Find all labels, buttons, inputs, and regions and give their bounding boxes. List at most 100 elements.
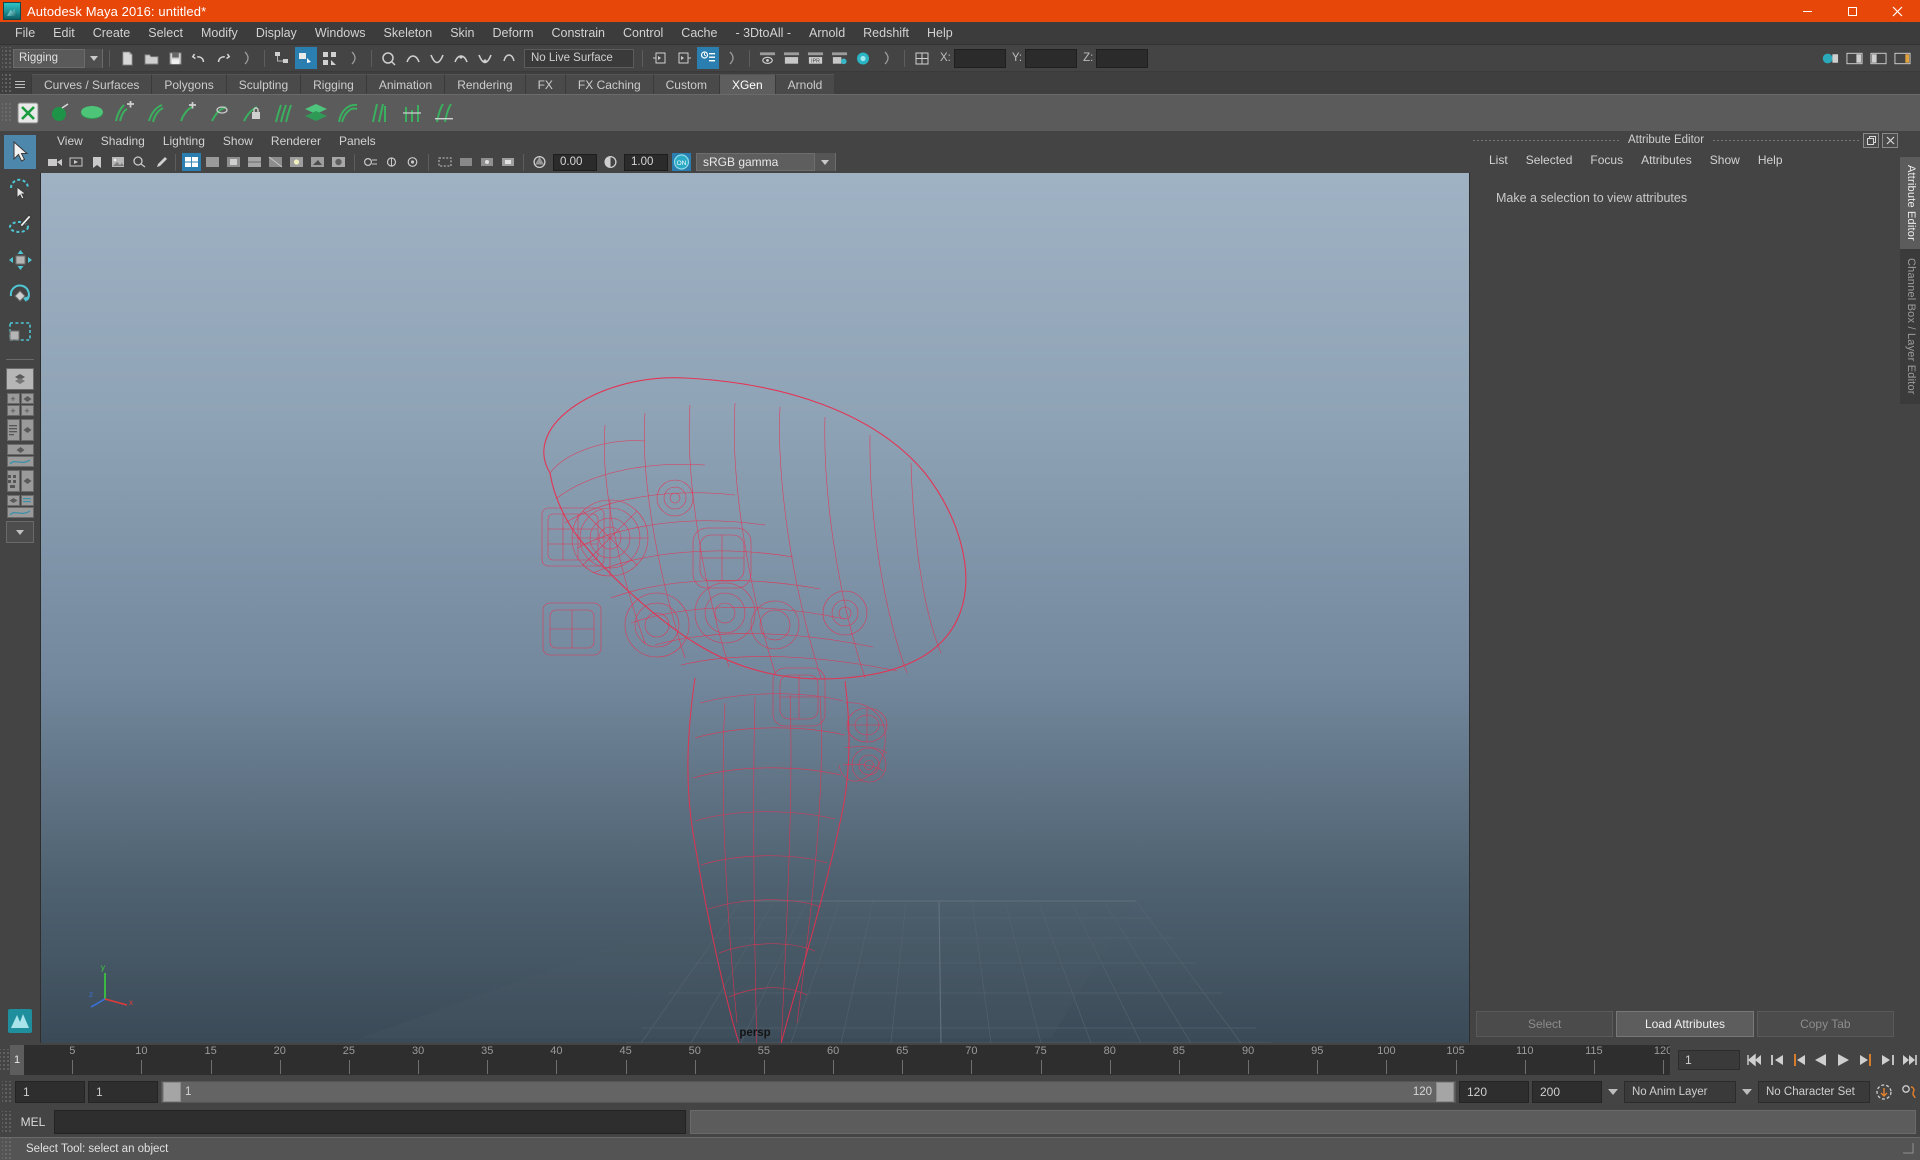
- redo-button[interactable]: [212, 47, 234, 69]
- show-hide-tool-settings-button[interactable]: [1867, 47, 1889, 69]
- shaded-wireframe-icon[interactable]: [245, 153, 264, 171]
- bookmark-icon[interactable]: [87, 153, 106, 171]
- character-set-chevron-icon[interactable]: [1742, 1089, 1752, 1095]
- shelf-tab-polygons[interactable]: Polygons: [151, 74, 226, 94]
- range-left-handle[interactable]: [163, 1082, 181, 1102]
- make-live-icon[interactable]: [498, 47, 520, 69]
- smooth-shade-all-icon[interactable]: [203, 153, 222, 171]
- x-input[interactable]: [953, 48, 1006, 68]
- shelf-tab-rendering[interactable]: Rendering: [444, 74, 525, 94]
- motion-blur-icon[interactable]: [361, 153, 380, 171]
- step-back-key-button[interactable]: [1788, 1049, 1810, 1071]
- menu-skin[interactable]: Skin: [441, 23, 483, 43]
- character-set-selector[interactable]: No Character Set: [1758, 1081, 1870, 1103]
- snap-to-grid-button[interactable]: [378, 47, 400, 69]
- xgen-editor-icon[interactable]: [13, 97, 43, 129]
- maximize-button[interactable]: [1830, 0, 1875, 22]
- show-output-connections-button[interactable]: [673, 47, 695, 69]
- four-view-layout[interactable]: + + +: [6, 393, 34, 416]
- show-hide-attribute-editor-button[interactable]: [1843, 47, 1865, 69]
- xgen-sphere-icon[interactable]: [45, 97, 75, 129]
- show-hide-modeling-toolkit-button[interactable]: [1819, 47, 1841, 69]
- move-tool[interactable]: [4, 243, 36, 277]
- shadows-icon[interactable]: [308, 153, 327, 171]
- menu-file[interactable]: File: [6, 23, 44, 43]
- xgen-cut-icon[interactable]: [397, 97, 427, 129]
- anim-start-field[interactable]: 1: [15, 1081, 85, 1103]
- viewport-menu-show[interactable]: Show: [214, 133, 262, 149]
- dock-tab-channel-box-layer-editor[interactable]: Channel Box / Layer Editor: [1900, 249, 1920, 404]
- render-settings-button[interactable]: [828, 47, 850, 69]
- shelf-tab-fx[interactable]: FX: [524, 74, 565, 94]
- step-forward-frame-button[interactable]: [1876, 1049, 1898, 1071]
- shelf-tab-fx-caching[interactable]: FX Caching: [564, 74, 653, 94]
- rotate-tool[interactable]: [4, 279, 36, 313]
- image-plane-icon[interactable]: [108, 153, 127, 171]
- time-slider-track[interactable]: 1 5 10 15 20 25 30 35 40 45 50 55 60 65 70 75 80 85 90 95 1…: [10, 1045, 1670, 1075]
- close-button[interactable]: [1875, 0, 1920, 22]
- range-slider-bar[interactable]: 1 120: [161, 1081, 1456, 1103]
- menu-modify[interactable]: Modify: [192, 23, 247, 43]
- save-scene-button[interactable]: [164, 47, 186, 69]
- shelf-tab-animation[interactable]: Animation: [365, 74, 445, 94]
- menu-constrain[interactable]: Constrain: [543, 23, 615, 43]
- xgen-disc-icon[interactable]: [77, 97, 107, 129]
- textured-icon[interactable]: [266, 153, 285, 171]
- xgen-strand-icon[interactable]: [365, 97, 395, 129]
- menu-redshift[interactable]: Redshift: [854, 23, 918, 43]
- two-d-pan-zoom-icon[interactable]: [129, 153, 148, 171]
- ae-menu-show[interactable]: Show: [1701, 152, 1749, 168]
- use-all-lights-icon[interactable]: [287, 153, 306, 171]
- menu-set-selector[interactable]: Rigging: [13, 48, 103, 68]
- snap-to-curves-button[interactable]: [402, 47, 424, 69]
- render-sequence-button[interactable]: [780, 47, 802, 69]
- hypershade-button[interactable]: [852, 47, 874, 69]
- depth-of-field-icon[interactable]: [403, 153, 422, 171]
- paint-select-tool[interactable]: [4, 207, 36, 241]
- ipr-render-button[interactable]: IPR: [804, 47, 826, 69]
- shelf-menu-icon[interactable]: [12, 74, 28, 94]
- shelf-tab-curves-surfaces[interactable]: Curves / Surfaces: [31, 74, 152, 94]
- xgen-add-icon[interactable]: [173, 97, 203, 129]
- select-tool[interactable]: [4, 135, 36, 169]
- hypershade-persp-layout[interactable]: [6, 470, 34, 492]
- select-by-component-type-button[interactable]: [319, 47, 341, 69]
- playback-start-field[interactable]: 1: [88, 1081, 158, 1103]
- menu-control[interactable]: Control: [614, 23, 672, 43]
- command-input[interactable]: [54, 1110, 686, 1134]
- viewport-menu-lighting[interactable]: Lighting: [154, 133, 214, 149]
- snap-to-view-planes-button[interactable]: [474, 47, 496, 69]
- command-line-grip[interactable]: [2, 1111, 12, 1133]
- step-back-frame-button[interactable]: [1766, 1049, 1788, 1071]
- ae-menu-selected[interactable]: Selected: [1517, 152, 1582, 168]
- ae-menu-help[interactable]: Help: [1749, 152, 1792, 168]
- lasso-select-tool[interactable]: [4, 171, 36, 205]
- shelf-tab-sculpting[interactable]: Sculpting: [225, 74, 301, 94]
- shelf-tab-custom[interactable]: Custom: [652, 74, 719, 94]
- panel-drag-handle-right[interactable]: [1712, 139, 1861, 141]
- range-slider-grip[interactable]: [2, 1081, 12, 1103]
- viewport-menu-renderer[interactable]: Renderer: [262, 133, 330, 149]
- ae-copy-tab-button[interactable]: Copy Tab: [1756, 1011, 1894, 1037]
- menu-cache[interactable]: Cache: [672, 23, 726, 43]
- xray-active-components-icon[interactable]: [498, 153, 517, 171]
- xgen-lock-icon[interactable]: [237, 97, 267, 129]
- xray-icon[interactable]: [456, 153, 475, 171]
- ae-menu-focus[interactable]: Focus: [1581, 152, 1632, 168]
- shelf-grip[interactable]: [2, 74, 12, 94]
- step-forward-key-button[interactable]: [1854, 1049, 1876, 1071]
- xgen-select-guide-icon[interactable]: [205, 97, 235, 129]
- menu-edit[interactable]: Edit: [44, 23, 84, 43]
- menu-help[interactable]: Help: [918, 23, 962, 43]
- persp-graph-layout[interactable]: [6, 444, 34, 467]
- snap-to-points-button[interactable]: [426, 47, 448, 69]
- show-hide-channel-box-button[interactable]: [1891, 47, 1913, 69]
- xgen-add-guide-icon[interactable]: [109, 97, 139, 129]
- wireframe-shading-icon[interactable]: [182, 153, 201, 171]
- ae-menu-attributes[interactable]: Attributes: [1632, 152, 1701, 168]
- go-to-end-button[interactable]: [1898, 1049, 1920, 1071]
- status-line-grip[interactable]: [2, 47, 12, 69]
- maya-help-icon[interactable]: [4, 1005, 36, 1037]
- open-attribute-editor-button[interactable]: [697, 47, 719, 69]
- viewport-menu-panels[interactable]: Panels: [330, 133, 385, 149]
